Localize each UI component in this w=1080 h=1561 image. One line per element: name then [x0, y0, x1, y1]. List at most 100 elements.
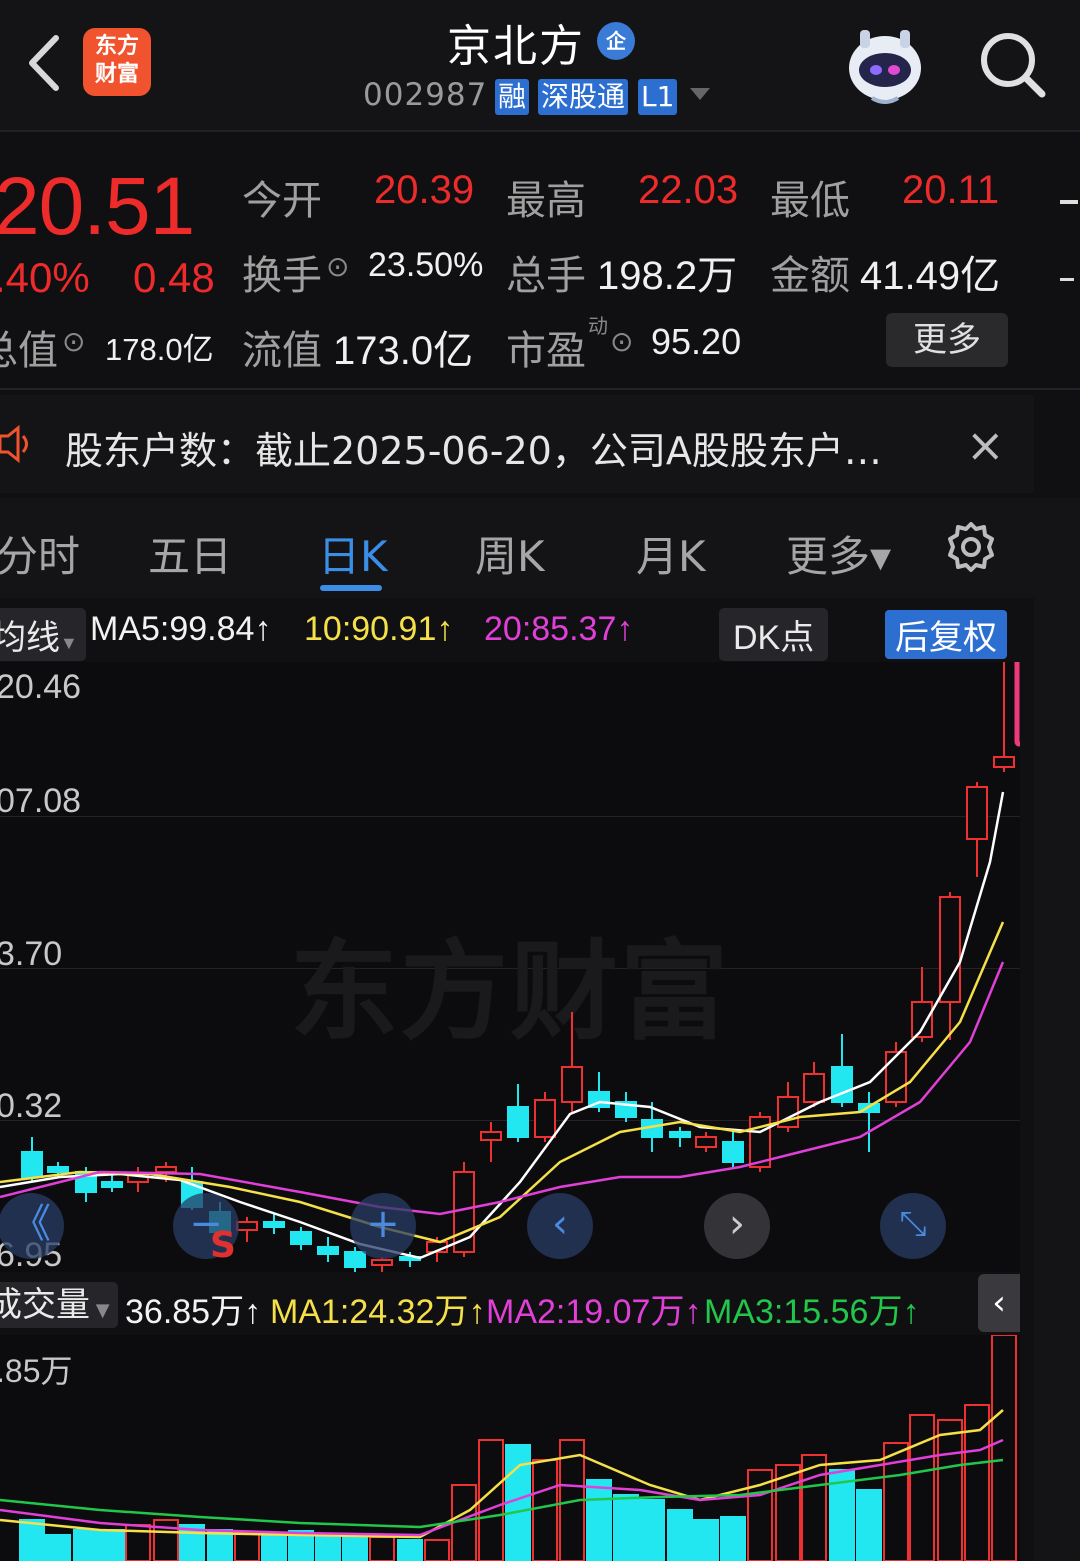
float-label: 流值: [242, 328, 322, 374]
more-quote-button[interactable]: 更多: [886, 313, 1008, 367]
candle-body: [480, 1131, 502, 1141]
edge-fragment: [1060, 200, 1078, 204]
chevron-down-icon: ▼: [90, 1300, 110, 1321]
volume-bar: [856, 1489, 882, 1561]
open-label: 今开: [242, 178, 322, 224]
low-label: 最低: [770, 178, 850, 224]
tab-monthly-k[interactable]: 月K: [636, 523, 706, 584]
volume-bar: [99, 1529, 125, 1561]
turnover-value: 23.50%: [368, 246, 484, 284]
candle-body: [695, 1136, 717, 1148]
ma5-line: [0, 791, 1005, 1260]
volume-bar: [964, 1404, 990, 1561]
volume-bar: [613, 1494, 639, 1561]
candle-body: [47, 1166, 69, 1173]
volume-bar: [586, 1479, 612, 1561]
amount-label: 金额: [770, 253, 850, 299]
dropdown-triangle-icon[interactable]: [690, 88, 710, 100]
candle-body: [236, 1221, 258, 1231]
fullscreen-button[interactable]: ⤡: [880, 1193, 946, 1259]
close-icon[interactable]: ×: [966, 418, 1005, 472]
volume-ma2: MA2:19.07万↑: [486, 1293, 702, 1331]
candle-body: [669, 1131, 691, 1138]
active-tab-indicator: [320, 585, 382, 591]
candle-body: [939, 896, 961, 1003]
volume-bar: [667, 1509, 693, 1561]
candle-body: [263, 1221, 285, 1228]
edge-fragment: [1060, 278, 1074, 281]
volume-series: [0, 1335, 1017, 1561]
volume-value: 36.85万↑: [125, 1293, 262, 1331]
volume-bar: [73, 1529, 99, 1561]
enterprise-badge-icon: 企: [597, 22, 635, 60]
candle-body: [344, 1251, 366, 1268]
high-value: 22.03: [638, 168, 739, 212]
logo-text-line2: 财富: [94, 62, 139, 87]
current-price: 20.51: [0, 161, 195, 252]
amount-value: 41.49亿: [860, 254, 1001, 298]
volume-bar: [747, 1469, 773, 1561]
candle-body: [966, 786, 988, 840]
volume-bar: [909, 1414, 935, 1561]
tab-five-day[interactable]: 五日: [148, 523, 232, 584]
right-side-strip: [1034, 498, 1080, 1561]
mktcap-label: 总值: [0, 328, 58, 374]
pe-value: 95.20: [651, 321, 742, 362]
info-circle-icon[interactable]: ⊙: [326, 250, 349, 283]
volume-bar: [451, 1484, 477, 1561]
change-amount: 0.48: [133, 254, 215, 301]
tab-intraday[interactable]: 分时: [0, 523, 80, 584]
tag-level: L1: [638, 79, 678, 115]
candle-body: [534, 1099, 556, 1138]
search-icon[interactable]: [976, 28, 1048, 100]
float-value: 173.0亿: [333, 329, 474, 373]
scroll-right-button[interactable]: ›: [704, 1193, 770, 1259]
chevron-left-icon[interactable]: ‹: [978, 1274, 1020, 1332]
volume-bar: [369, 1536, 395, 1561]
volume-bar: [19, 1519, 45, 1561]
candle-body: [803, 1073, 825, 1103]
notice-text[interactable]: 股东户数：截止2025-06-20，公司A股股东户…: [65, 420, 882, 475]
tag-margin: 融: [495, 79, 530, 115]
zoom-in-button[interactable]: +: [350, 1193, 416, 1259]
dk-point-button[interactable]: DK点: [719, 608, 829, 661]
indicator-type-label: 均线: [0, 619, 60, 657]
volume-indicator-select[interactable]: 成交量 ▼: [0, 1282, 118, 1328]
ma5-value: MA5:99.84↑: [90, 610, 272, 648]
adjust-button[interactable]: 后复权: [885, 610, 1007, 659]
info-circle-icon[interactable]: ⊙: [610, 325, 633, 358]
volume-ma1: MA1:24.32万↑: [270, 1293, 486, 1331]
pe-dynamic-mark: 动: [588, 314, 608, 338]
candle-body: [722, 1141, 744, 1163]
app-logo[interactable]: 东方 财富: [83, 28, 151, 96]
scroll-left-fast-button[interactable]: 《: [0, 1193, 64, 1259]
candle-body: [21, 1151, 43, 1178]
candle-body: [155, 1166, 177, 1173]
robot-assistant-icon[interactable]: [842, 24, 928, 106]
volume-indicator-label: 成交量: [0, 1285, 90, 1325]
ma20-value: 20:85.37↑: [484, 610, 634, 648]
gear-icon[interactable]: [944, 520, 998, 574]
tab-more[interactable]: 更多▾: [786, 523, 891, 584]
sell-marker: S: [210, 1225, 236, 1266]
back-arrow-icon[interactable]: [20, 30, 70, 96]
candle-body: [561, 1066, 583, 1103]
high-label: 最高: [506, 178, 586, 224]
open-value: 20.39: [374, 168, 475, 212]
header-divider: [0, 130, 1080, 132]
tab-weekly-k[interactable]: 周K: [475, 523, 545, 584]
tab-daily-k[interactable]: 日K: [318, 523, 388, 584]
scroll-left-button[interactable]: ‹: [527, 1193, 593, 1259]
quote-divider: [0, 388, 1080, 390]
turnover-label: 换手: [242, 253, 322, 299]
speaker-icon: [0, 424, 28, 464]
volume-bar: [532, 1459, 558, 1561]
candle-body: [317, 1246, 339, 1255]
ma10-value: 10:90.91↑: [304, 610, 454, 648]
volume-bar: [342, 1534, 368, 1561]
indicator-type-select[interactable]: 均线▼: [0, 608, 86, 661]
volume-bar: [424, 1539, 450, 1561]
info-circle-icon[interactable]: ⊙: [62, 325, 85, 358]
mktcap-value: 178.0亿: [105, 332, 214, 367]
volume-bar: [478, 1439, 504, 1561]
